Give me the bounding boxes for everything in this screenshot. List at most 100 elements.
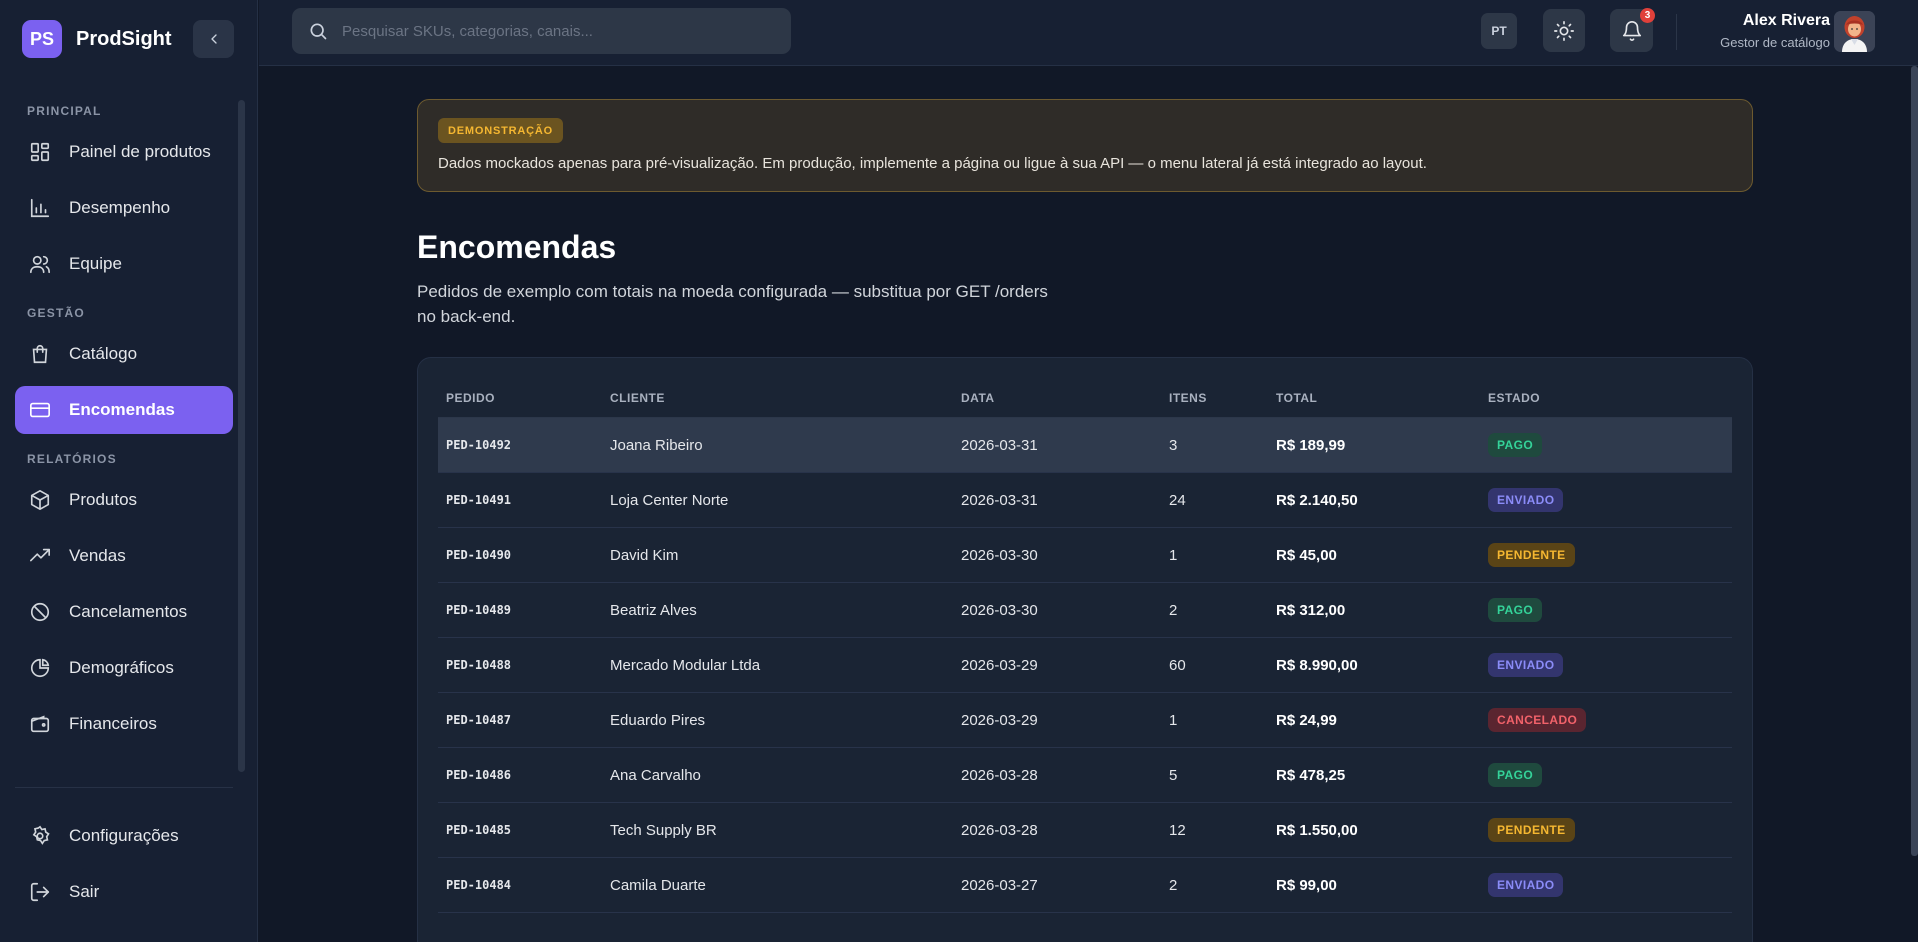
order-date: 2026-03-31 [961, 491, 1038, 509]
table-row[interactable]: PED-10487 Eduardo Pires 2026-03-29 1 R$ … [438, 693, 1732, 748]
brand[interactable]: PS ProdSight [22, 20, 172, 58]
sidebar-item-label: Vendas [69, 546, 126, 565]
order-id: PED-10485 [446, 823, 512, 837]
section-title-relatorios: RELATÓRIOS [27, 452, 117, 466]
status-badge: PENDENTE [1488, 818, 1575, 842]
sidebar-nav: PRINCIPAL Painel de produtos Desempenho … [15, 90, 233, 756]
language-button[interactable]: PT [1481, 13, 1517, 49]
order-total: R$ 478,25 [1276, 766, 1346, 784]
order-id: PED-10486 [446, 768, 512, 782]
order-client: Beatriz Alves [610, 601, 697, 619]
column-header-total[interactable]: TOTAL [1276, 391, 1488, 405]
status-cell: ENVIADO [1488, 653, 1732, 677]
logout-icon [30, 882, 50, 902]
sidebar-item-desempenho[interactable]: Desempenho [15, 184, 233, 232]
status-badge: ENVIADO [1488, 873, 1564, 897]
column-header-estado[interactable]: ESTADO [1488, 391, 1732, 405]
table-row[interactable]: PED-10486 Ana Carvalho 2026-03-28 5 R$ 4… [438, 748, 1732, 803]
status-cell: CANCELADO [1488, 708, 1732, 732]
status-badge: ENVIADO [1488, 653, 1564, 677]
notification-count-badge: 3 [1640, 8, 1655, 23]
table-row[interactable]: PED-10490 David Kim 2026-03-30 1 R$ 45,0… [438, 528, 1732, 583]
order-items: 60 [1169, 656, 1186, 674]
order-items: 12 [1169, 821, 1186, 839]
sidebar-item-catalogo[interactable]: Catálogo [15, 330, 233, 378]
sidebar-scrollbar[interactable] [238, 100, 245, 772]
order-items: 2 [1169, 876, 1178, 894]
sidebar-item-demograficos[interactable]: Demográficos [15, 644, 233, 692]
demo-banner: DEMONSTRAÇÃO Dados mockados apenas para … [417, 99, 1753, 192]
order-date: 2026-03-29 [961, 711, 1038, 729]
chevron-left-icon [210, 34, 217, 44]
sidebar-item-equipe[interactable]: Equipe [15, 240, 233, 288]
column-header-pedido[interactable]: PEDIDO [438, 391, 610, 405]
sidebar-item-sair[interactable]: Sair [15, 868, 233, 916]
order-client: Joana Ribeiro [610, 436, 703, 454]
order-date: 2026-03-28 [961, 821, 1038, 839]
demo-text: Dados mockados apenas para pré-visualiza… [438, 155, 1427, 172]
table-row[interactable]: PED-10491 Loja Center Norte 2026-03-31 2… [438, 473, 1732, 528]
gear-icon [32, 825, 50, 845]
order-items: 1 [1169, 711, 1178, 729]
sidebar-item-produtos[interactable]: Produtos [15, 476, 233, 524]
order-date: 2026-03-29 [961, 656, 1038, 674]
theme-toggle-button[interactable] [1543, 9, 1585, 52]
order-total: R$ 189,99 [1276, 436, 1346, 454]
table-row[interactable]: PED-10492 Joana Ribeiro 2026-03-31 3 R$ … [438, 418, 1732, 473]
notifications-button[interactable]: 3 [1610, 8, 1655, 52]
order-total: R$ 45,00 [1276, 546, 1337, 564]
sidebar-item-painel-de-produtos[interactable]: Painel de produtos [15, 128, 233, 176]
page-subtitle: Pedidos de exemplo com totais na moeda c… [417, 282, 1048, 326]
sidebar-item-cancelamentos[interactable]: Cancelamentos [15, 588, 233, 636]
search-box[interactable] [292, 8, 791, 54]
sun-icon [1554, 20, 1574, 41]
user-role: Gestor de catálogo [1720, 35, 1830, 50]
status-cell: PENDENTE [1488, 543, 1732, 567]
search-input[interactable] [342, 22, 762, 40]
order-id: PED-10488 [446, 658, 512, 672]
status-cell: PAGO [1488, 598, 1732, 622]
orders-table-card: PEDIDO CLIENTE DATA ITENS TOTAL ESTADO P… [417, 357, 1753, 942]
collapse-sidebar-button[interactable] [193, 20, 234, 58]
order-total: R$ 1.550,00 [1276, 821, 1358, 839]
column-header-cliente[interactable]: CLIENTE [610, 391, 961, 405]
table-row[interactable]: PED-10485 Tech Supply BR 2026-03-28 12 R… [438, 803, 1732, 858]
status-badge: PAGO [1488, 763, 1543, 787]
sidebar-item-financeiros[interactable]: Financeiros [15, 700, 233, 748]
order-total: R$ 2.140,50 [1276, 491, 1358, 509]
sidebar-item-vendas[interactable]: Vendas [15, 532, 233, 580]
status-badge: PENDENTE [1488, 543, 1575, 567]
status-cell: ENVIADO [1488, 488, 1732, 512]
user-avatar-icon [1834, 11, 1875, 52]
sidebar-item-label: Equipe [69, 254, 122, 273]
table-row[interactable]: PED-10489 Beatriz Alves 2026-03-30 2 R$ … [438, 583, 1732, 638]
order-client: Loja Center Norte [610, 491, 729, 509]
user-info[interactable]: Alex Rivera Gestor de catálogo [1720, 12, 1830, 50]
table-row[interactable]: PED-10484 Camila Duarte 2026-03-27 2 R$ … [438, 858, 1732, 913]
main-scrollbar[interactable] [1911, 66, 1918, 856]
order-id: PED-10487 [446, 713, 512, 727]
order-date: 2026-03-31 [961, 436, 1038, 454]
demo-tag: DEMONSTRAÇÃO [438, 118, 563, 143]
bar-chart-icon [30, 198, 50, 218]
sidebar-item-label: Cancelamentos [69, 602, 188, 621]
order-date: 2026-03-30 [961, 546, 1038, 564]
column-header-itens[interactable]: ITENS [1169, 391, 1276, 405]
order-id: PED-10491 [446, 493, 512, 507]
table-header: PEDIDO CLIENTE DATA ITENS TOTAL ESTADO [438, 378, 1732, 418]
sidebar-item-label: Demográficos [69, 658, 174, 677]
user-name: Alex Rivera [1742, 12, 1830, 29]
sidebar-item-label: Catálogo [69, 344, 138, 363]
brand-name: ProdSight [76, 27, 172, 50]
order-client: Ana Carvalho [610, 766, 701, 784]
status-badge: PAGO [1488, 433, 1543, 457]
column-header-data[interactable]: DATA [961, 391, 1169, 405]
order-client: Eduardo Pires [610, 711, 706, 729]
sidebar-item-encomendas[interactable]: Encomendas [15, 386, 233, 434]
avatar[interactable] [1834, 11, 1875, 52]
order-total: R$ 8.990,00 [1276, 656, 1358, 674]
sidebar-item-configuracoes[interactable]: Configurações [15, 812, 233, 860]
sidebar-item-label: Produtos [69, 490, 138, 509]
table-row[interactable]: PED-10488 Mercado Modular Ltda 2026-03-2… [438, 638, 1732, 693]
users-icon [30, 255, 50, 274]
